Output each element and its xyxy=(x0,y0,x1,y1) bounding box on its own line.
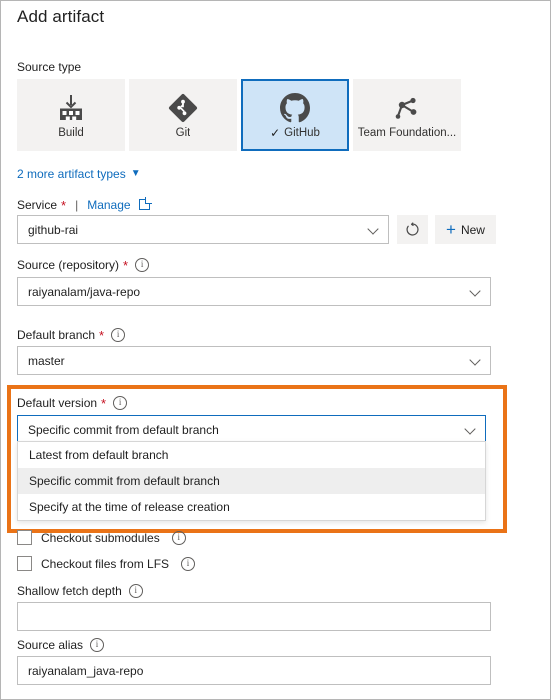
checkout-submodules-row[interactable]: Checkout submodules xyxy=(17,530,186,545)
default-version-label: Default version xyxy=(17,396,98,410)
github-icon xyxy=(280,91,310,125)
checkout-submodules-label: Checkout submodules xyxy=(41,530,160,545)
default-version-label-row: Default version * xyxy=(17,395,128,411)
source-alias-value: raiyanalam_java-repo xyxy=(28,663,144,678)
source-type-tile-team-foundation-label: Team Foundation... xyxy=(358,127,456,139)
manage-link[interactable]: Manage xyxy=(87,198,130,212)
service-value: github-rai xyxy=(28,222,79,237)
source-alias-input[interactable]: raiyanalam_java-repo xyxy=(17,656,491,685)
info-icon[interactable] xyxy=(128,583,143,598)
source-type-tile-git-label: Git xyxy=(176,127,191,139)
required-marker: * xyxy=(101,395,107,411)
shallow-fetch-depth-label: Shallow fetch depth xyxy=(17,584,122,598)
service-dropdown[interactable]: github-rai xyxy=(17,215,389,244)
service-label-row: Service * | Manage xyxy=(17,197,152,213)
more-artifact-types-label: 2 more artifact types xyxy=(17,167,126,181)
git-icon xyxy=(168,91,198,125)
dropdown-option-latest[interactable]: Latest from default branch xyxy=(18,442,485,468)
default-version-option-list: Latest from default branch Specific comm… xyxy=(17,441,486,521)
refresh-icon xyxy=(406,222,419,236)
chevron-down-icon xyxy=(368,224,380,236)
checkout-lfs-row[interactable]: Checkout files from LFS xyxy=(17,556,196,571)
chevron-down-icon: ▼ xyxy=(130,168,141,179)
refresh-services-button[interactable] xyxy=(397,215,428,244)
default-branch-label-row: Default branch * xyxy=(17,327,126,343)
source-type-tile-build-label: Build xyxy=(58,127,84,139)
source-type-tile-github-label: ✓ GitHub xyxy=(270,127,320,139)
checkmark-icon: ✓ xyxy=(270,127,281,139)
tile-text: Team Foundation... xyxy=(357,127,457,139)
label-separator: | xyxy=(75,198,79,212)
source-type-label: Source type xyxy=(17,60,82,74)
service-label: Service xyxy=(17,198,58,212)
dropdown-option-specific-commit[interactable]: Specific commit from default branch xyxy=(18,468,485,494)
info-icon[interactable] xyxy=(135,257,150,272)
default-version-value: Specific commit from default branch xyxy=(28,422,219,437)
source-type-tile-git[interactable]: Git xyxy=(129,79,237,151)
dropdown-option-specify-at-release[interactable]: Specify at the time of release creation xyxy=(18,494,485,520)
add-artifact-panel: Add artifact Source type Build Git ✓ Git… xyxy=(0,0,551,700)
info-icon[interactable] xyxy=(181,556,196,571)
tile-text: Git xyxy=(175,127,191,139)
tile-text: Build xyxy=(58,127,84,139)
source-type-tile-team-foundation[interactable]: Team Foundation... xyxy=(353,79,461,151)
default-branch-value: master xyxy=(28,353,65,368)
default-branch-label: Default branch xyxy=(17,328,96,342)
source-alias-label-row: Source alias xyxy=(17,637,105,652)
source-alias-label: Source alias xyxy=(17,638,84,652)
new-service-button[interactable]: + New xyxy=(435,215,496,244)
info-icon[interactable] xyxy=(90,637,105,652)
source-repository-dropdown[interactable]: raiyanalam/java-repo xyxy=(17,277,491,306)
shallow-fetch-depth-input[interactable] xyxy=(17,602,491,631)
source-type-tile-github[interactable]: ✓ GitHub xyxy=(241,79,349,151)
info-icon[interactable] xyxy=(111,327,126,342)
chevron-down-icon xyxy=(470,286,482,298)
source-repository-label: Source (repository) xyxy=(17,258,120,272)
team-foundation-icon xyxy=(392,91,422,125)
external-link-icon xyxy=(138,197,152,210)
chevron-down-icon xyxy=(465,424,477,436)
source-type-tile-row: Build Git ✓ GitHub Team Foundation... xyxy=(17,79,461,151)
required-marker: * xyxy=(61,197,67,213)
plus-icon: + xyxy=(446,220,456,239)
more-artifact-types-link[interactable]: 2 more artifact types ▼ xyxy=(17,167,141,181)
required-marker: * xyxy=(123,257,129,273)
tile-text: GitHub xyxy=(284,127,320,139)
dropdown-option-label: Specify at the time of release creation xyxy=(29,500,230,514)
dropdown-option-label: Latest from default branch xyxy=(29,448,169,462)
chevron-down-icon xyxy=(470,355,482,367)
default-version-dropdown[interactable]: Specific commit from default branch xyxy=(17,415,486,444)
page-title: Add artifact xyxy=(17,7,105,26)
source-type-tile-build[interactable]: Build xyxy=(17,79,125,151)
checkout-lfs-checkbox[interactable] xyxy=(17,556,32,571)
info-icon[interactable] xyxy=(171,530,186,545)
new-service-label: New xyxy=(460,222,485,237)
build-icon xyxy=(58,91,84,125)
dropdown-option-label: Specific commit from default branch xyxy=(29,474,220,488)
source-repository-label-row: Source (repository) * xyxy=(17,257,150,273)
source-repository-value: raiyanalam/java-repo xyxy=(28,284,141,299)
checkout-lfs-label: Checkout files from LFS xyxy=(41,556,170,571)
checkout-submodules-checkbox[interactable] xyxy=(17,530,32,545)
default-branch-dropdown[interactable]: master xyxy=(17,346,491,375)
info-icon[interactable] xyxy=(113,395,128,410)
shallow-fetch-depth-label-row: Shallow fetch depth xyxy=(17,583,143,598)
required-marker: * xyxy=(99,327,105,343)
